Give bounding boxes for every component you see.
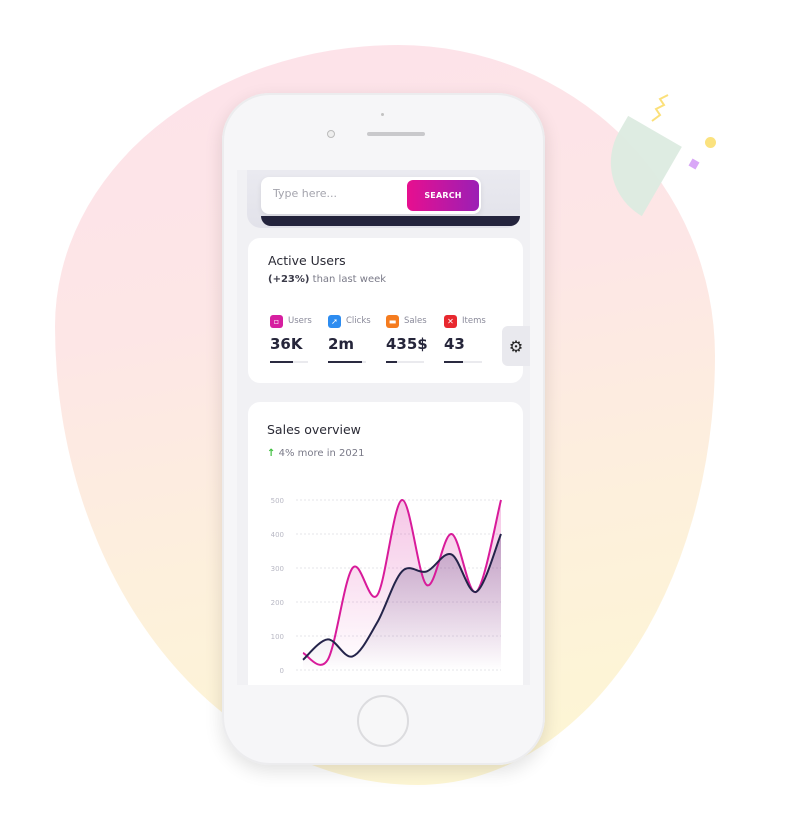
search-input[interactable]: [271, 186, 395, 201]
change-suffix: than last week: [309, 274, 387, 285]
active-users-card: Active Users (+23%) than last week ▫ Use…: [248, 238, 523, 383]
stat-progress-fill: [386, 361, 398, 363]
stat-label: Sales: [404, 316, 427, 326]
tools-icon: ✕: [444, 315, 457, 328]
decorative-dot: [705, 137, 716, 148]
search-button[interactable]: SEARCH: [407, 180, 479, 211]
decorative-diamond: [688, 158, 700, 170]
stat-label: Clicks: [346, 316, 371, 326]
phone-screen: SEARCH Active Users (+23%) than last wee…: [237, 170, 530, 685]
users-icon: ▫: [270, 315, 283, 328]
active-users-title: Active Users: [268, 253, 346, 268]
stat-progress: [444, 361, 482, 363]
y-tick-label: 400: [271, 531, 284, 539]
rocket-icon: ➚: [328, 315, 341, 328]
y-tick-label: 0: [280, 667, 284, 675]
search-bar: SEARCH: [261, 177, 481, 214]
y-tick-label: 500: [271, 497, 284, 505]
y-tick-label: 200: [271, 599, 284, 607]
header-dark-bar: [261, 216, 520, 226]
y-tick-label: 300: [271, 565, 284, 573]
home-button[interactable]: [357, 695, 409, 747]
stat-progress: [386, 361, 424, 363]
stat-progress-fill: [328, 361, 363, 363]
card-icon: ▬: [386, 315, 399, 328]
y-tick-label: 100: [271, 633, 284, 641]
stat-progress: [328, 361, 366, 363]
stat-value: 43: [444, 335, 465, 353]
active-users-change: (+23%) than last week: [268, 274, 386, 285]
decorative-zigzag: [651, 94, 669, 122]
settings-button[interactable]: ⚙: [502, 326, 530, 366]
stat-value: 36K: [270, 335, 303, 353]
stat-progress-fill: [444, 361, 463, 363]
speaker: [367, 132, 425, 136]
stat-label: Items: [462, 316, 486, 326]
stat-value: 435$: [386, 335, 428, 353]
stat-label: Users: [288, 316, 312, 326]
sensor: [381, 113, 384, 116]
stat-progress: [270, 361, 308, 363]
change-percent: (+23%): [268, 274, 310, 285]
phone-frame: SEARCH Active Users (+23%) than last wee…: [222, 93, 545, 765]
front-camera: [327, 130, 335, 138]
stat-progress-fill: [270, 361, 293, 363]
sales-overview-card: Sales overview ↑ 4% more in 2021 0 100 200…: [248, 402, 523, 685]
gear-icon: ⚙: [508, 336, 524, 356]
stat-value: 2m: [328, 335, 355, 353]
sales-chart: 0 100 200 300 400 500: [271, 497, 502, 675]
